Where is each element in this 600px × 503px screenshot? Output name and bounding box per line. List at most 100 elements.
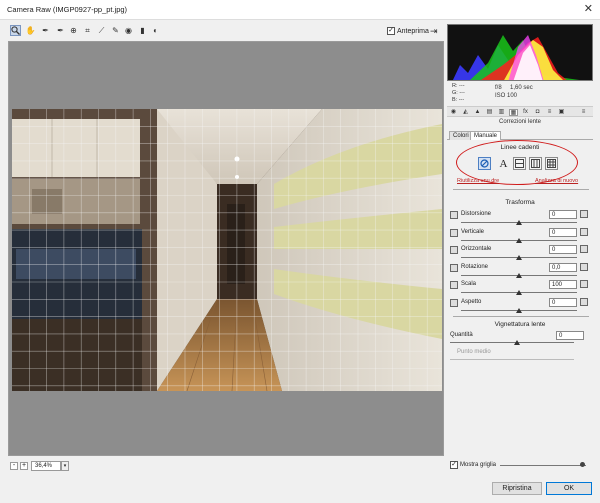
horizontal-field[interactable]: 0 — [549, 245, 577, 254]
histogram — [447, 24, 593, 81]
aspect-field[interactable]: 0 — [549, 297, 577, 307]
readout-g: G: --- — [452, 90, 465, 96]
hand-icon[interactable]: ✋ — [25, 25, 36, 36]
vignette-amount-thumb[interactable] — [514, 340, 520, 345]
grid-overlay — [12, 109, 442, 391]
graduated-filter-icon[interactable]: ◐ — [150, 25, 161, 36]
transform-row-distortion: Distorsione 0 — [449, 210, 591, 226]
vignette-amount-row: Quantità 0 — [449, 331, 591, 347]
rotation-plus-icon[interactable] — [580, 262, 588, 271]
right-panel: R: --- G: --- B: --- f/8 1,60 sec ISO 10… — [445, 22, 595, 474]
color-sampler-icon[interactable]: ✒ — [55, 25, 66, 36]
zoom-dropdown-icon[interactable]: ▾ — [61, 461, 69, 471]
vertical-minus-icon[interactable] — [450, 228, 458, 237]
distortion-minus-icon[interactable] — [450, 211, 458, 219]
basic-tab-icon[interactable]: ◉ — [449, 109, 458, 116]
scale-plus-icon[interactable] — [580, 280, 588, 288]
tab-manuale[interactable]: Manuale — [470, 131, 502, 140]
aspect-thumb[interactable] — [516, 307, 522, 313]
show-grid-checkbox[interactable]: ✓ — [450, 461, 458, 469]
vignette-amount-label: Quantità — [450, 332, 473, 338]
transform-row-horizontal: Orizzontale 0 — [449, 245, 591, 261]
panel-menu-icon[interactable]: ≡ — [579, 109, 588, 116]
transform-row-scale: Scala 100 — [449, 280, 591, 296]
title-bar: Camera Raw (IMGP0927-pp_pt.jpg) ✕ — [0, 0, 600, 20]
transform-title: Trasforma — [505, 199, 535, 206]
aspect-label: Aspetto — [461, 298, 482, 305]
distortion-field[interactable]: 0 — [549, 210, 577, 219]
fullscreen-icon[interactable]: ⇥ — [430, 26, 438, 37]
crop-icon[interactable]: ⌗ — [82, 25, 93, 36]
scale-minus-icon[interactable] — [450, 281, 458, 289]
reanalyze-link[interactable]: Riutilizza unu dre — [457, 178, 499, 184]
zoom-icon[interactable] — [10, 25, 21, 36]
horizontal-label: Orizzontale — [461, 246, 492, 252]
eyedropper-icon[interactable]: ✒ — [40, 25, 51, 36]
preview-label: Anteprima — [397, 27, 429, 35]
rgb-readout: R: --- G: --- B: --- — [452, 83, 465, 104]
preview-checkbox[interactable]: ✓ — [387, 27, 395, 35]
adjustment-brush-icon[interactable]: ▮ — [137, 25, 148, 36]
shutter-speed: 1,60 sec — [510, 85, 533, 91]
distortion-plus-icon[interactable] — [580, 210, 588, 218]
toolbar: ✋ ✒ ✒ ⊕ ⌗ ⟋ ✎ ◉ ▮ ◐ ✓ Anteprima ⇥ — [6, 22, 443, 40]
grid-size-thumb[interactable] — [580, 462, 585, 467]
camera-calibration-tab-icon[interactable]: ◘ — [533, 109, 542, 116]
vertical-thumb[interactable] — [516, 237, 522, 243]
rotation-label: Rotazione — [461, 263, 489, 270]
preview-toggle[interactable]: ✓ Anteprima — [387, 27, 429, 35]
aspect-plus-icon[interactable] — [580, 297, 588, 306]
vignette-midpoint-slider — [450, 359, 574, 360]
vertical-field[interactable]: 0 — [549, 227, 577, 237]
ok-button[interactable]: OK — [546, 482, 592, 495]
horizontal-minus-icon[interactable] — [450, 246, 458, 254]
vignette-midpoint-label: Punto medio — [457, 349, 491, 355]
panel-tab-strip: ◉ ◭ ▲ ▤ ▥ ▦ fx ◘ ≡ ▣ ≡ — [447, 106, 593, 117]
detail-tab-icon[interactable]: ▲ — [473, 109, 482, 116]
straighten-icon[interactable]: ⟋ — [96, 25, 107, 36]
divider — [453, 316, 589, 317]
presets-tab-icon[interactable]: ≡ — [545, 109, 554, 116]
lens-corrections-tab-icon[interactable]: ▦ — [509, 109, 518, 116]
transform-row-vertical: Verticale 0 — [449, 227, 591, 244]
distortion-thumb[interactable] — [516, 220, 522, 225]
zoom-bar: - + 36,4% ▾ — [8, 459, 444, 474]
analyze-again-link[interactable]: Analizza di nuovo — [535, 178, 578, 184]
effects-tab-icon[interactable]: fx — [521, 109, 530, 116]
vertical-label: Verticale — [461, 228, 485, 235]
zoom-in-button[interactable]: + — [20, 462, 28, 470]
restore-button[interactable]: Ripristina — [492, 482, 542, 495]
panel-section-title: Correzioni lente — [498, 119, 542, 125]
grid-size-slider[interactable] — [500, 462, 586, 467]
vignette-title: Vignettatura lente — [494, 321, 546, 328]
show-grid-toggle[interactable]: ✓ Mostra griglia — [450, 461, 496, 469]
vertical-plus-icon[interactable] — [580, 227, 588, 236]
vignette-amount-slider[interactable] — [450, 342, 574, 343]
snapshots-tab-icon[interactable]: ▣ — [557, 109, 566, 116]
aperture: f/8 — [495, 85, 502, 91]
zoom-out-button[interactable]: - — [10, 462, 18, 470]
split-toning-tab-icon[interactable]: ▥ — [497, 109, 506, 116]
tone-curve-tab-icon[interactable]: ◭ — [461, 109, 470, 116]
aspect-minus-icon[interactable] — [450, 298, 458, 307]
rotation-thumb[interactable] — [516, 272, 522, 278]
spot-removal-icon[interactable]: ✎ — [110, 25, 121, 36]
horizontal-plus-icon[interactable] — [580, 245, 588, 253]
divider — [453, 189, 589, 190]
photo-preview[interactable] — [12, 109, 442, 391]
horizontal-thumb[interactable] — [516, 255, 522, 260]
readout-r: R: --- — [452, 83, 465, 89]
target-adjust-icon[interactable]: ⊕ — [68, 25, 79, 36]
scale-field[interactable]: 100 — [549, 280, 577, 289]
rotation-minus-icon[interactable] — [450, 263, 458, 272]
red-eye-icon[interactable]: ◉ — [123, 25, 134, 36]
subtab-strip: Colori Manuale — [447, 130, 593, 140]
hsl-tab-icon[interactable]: ▤ — [485, 109, 494, 116]
rotation-field[interactable]: 0,0 — [549, 262, 577, 272]
image-canvas[interactable] — [8, 41, 444, 456]
readout-b: B: --- — [452, 97, 465, 103]
vignette-amount-field[interactable]: 0 — [556, 331, 584, 340]
zoom-level[interactable]: 36,4% — [31, 461, 61, 471]
scale-thumb[interactable] — [516, 290, 522, 295]
close-icon[interactable]: ✕ — [584, 2, 593, 15]
